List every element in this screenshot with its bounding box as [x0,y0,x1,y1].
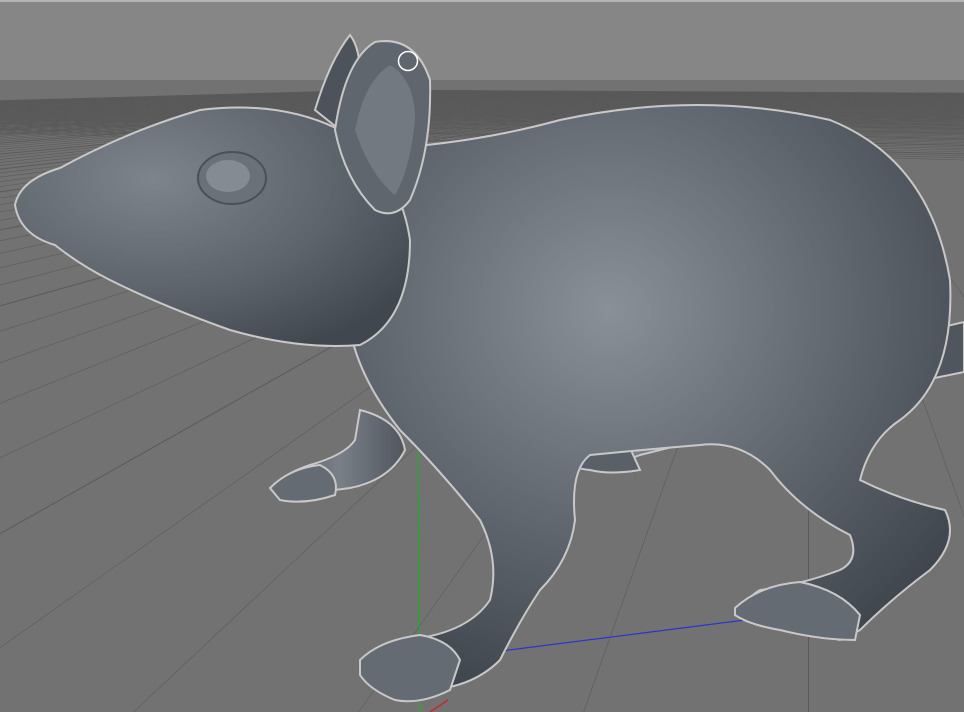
3d-viewport[interactable] [0,0,964,712]
viewport-canvas[interactable] [0,0,964,712]
eye-highlight [206,160,250,192]
